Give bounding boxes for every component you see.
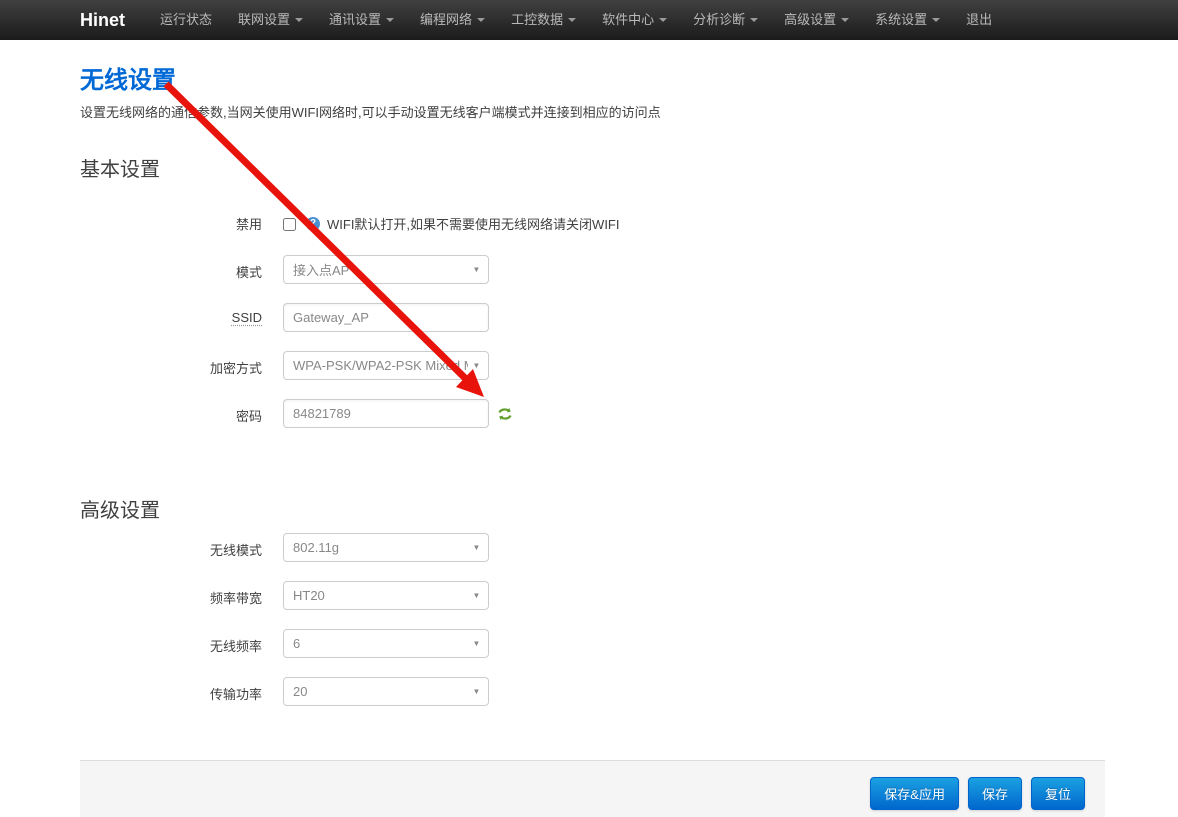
nav-item-comm-settings[interactable]: 通讯设置 — [316, 0, 407, 40]
nav-item-label: 高级设置 — [784, 0, 836, 40]
chevron-down-icon: ▼ — [473, 591, 481, 600]
basic-settings-form: 禁用 ? WIFI默认打开,如果不需要使用无线网络请关闭WIFI 模式 接入点A… — [80, 210, 1105, 428]
field-label-disable: 禁用 — [80, 214, 262, 233]
main-content: 无线设置 设置无线网络的通信参数,当网关使用WIFI网络时,可以手动设置无线客户… — [80, 40, 1105, 817]
brand-logo[interactable]: Hinet — [80, 10, 125, 31]
nav-item-running-status[interactable]: 运行状态 — [147, 0, 225, 40]
password-input[interactable] — [283, 399, 489, 428]
nav-item-label: 联网设置 — [238, 0, 290, 40]
nav-item-label: 退出 — [966, 0, 992, 40]
nav-item-label: 系统设置 — [875, 0, 927, 40]
chevron-down-icon — [568, 18, 576, 22]
reset-button[interactable]: 复位 — [1031, 777, 1085, 810]
nav-item-programming-network[interactable]: 编程网络 — [407, 0, 498, 40]
field-label-mode: 模式 — [80, 255, 262, 281]
nav-item-advanced-settings[interactable]: 高级设置 — [771, 0, 862, 40]
bandwidth-select-value: HT20 — [293, 588, 468, 603]
advanced-settings-form: 无线模式 802.11g ▼ 频率带宽 HT20 ▼ 无线频率 6 — [80, 533, 1105, 706]
nav-item-industrial-data[interactable]: 工控数据 — [498, 0, 589, 40]
nav-item-label: 软件中心 — [602, 0, 654, 40]
top-navbar: Hinet 运行状态 联网设置 通讯设置 编程网络 工控数据 软件中心 分析诊断… — [0, 0, 1178, 40]
chevron-down-icon: ▼ — [473, 639, 481, 648]
field-row-encryption: 加密方式 WPA-PSK/WPA2-PSK Mixed Mode ▼ — [80, 351, 1105, 380]
tx-power-select[interactable]: 20 ▼ — [283, 677, 489, 706]
chevron-down-icon — [386, 18, 394, 22]
refresh-icon[interactable] — [497, 406, 513, 422]
mode-select[interactable]: 接入点AP ▼ — [283, 255, 489, 284]
field-row-bandwidth: 频率带宽 HT20 ▼ — [80, 581, 1105, 610]
chevron-down-icon: ▼ — [473, 265, 481, 274]
save-apply-button[interactable]: 保存&应用 — [870, 777, 959, 810]
section-advanced-title: 高级设置 — [80, 494, 1105, 523]
encryption-select[interactable]: WPA-PSK/WPA2-PSK Mixed Mode ▼ — [283, 351, 489, 380]
field-label-password: 密码 — [80, 399, 262, 425]
wireless-mode-select[interactable]: 802.11g ▼ — [283, 533, 489, 562]
chevron-down-icon — [477, 18, 485, 22]
nav-item-label: 编程网络 — [420, 0, 472, 40]
wireless-mode-select-value: 802.11g — [293, 540, 468, 555]
nav-item-network-settings[interactable]: 联网设置 — [225, 0, 316, 40]
nav-item-label: 运行状态 — [160, 0, 212, 40]
nav-item-analysis-diagnosis[interactable]: 分析诊断 — [680, 0, 771, 40]
field-label-ssid: SSID — [80, 303, 262, 325]
field-row-disable: 禁用 ? WIFI默认打开,如果不需要使用无线网络请关闭WIFI — [80, 210, 1105, 233]
chevron-down-icon — [932, 18, 940, 22]
help-icon[interactable]: ? — [306, 217, 320, 231]
encryption-select-value: WPA-PSK/WPA2-PSK Mixed Mode — [293, 358, 468, 373]
chevron-down-icon — [295, 18, 303, 22]
nav-item-software-center[interactable]: 软件中心 — [589, 0, 680, 40]
field-label-tx-power: 传输功率 — [80, 677, 262, 703]
save-button[interactable]: 保存 — [968, 777, 1022, 810]
nav-menu: 运行状态 联网设置 通讯设置 编程网络 工控数据 软件中心 分析诊断 高级设置 … — [147, 0, 1005, 40]
mode-select-value: 接入点AP — [293, 260, 468, 279]
disable-control: ? WIFI默认打开,如果不需要使用无线网络请关闭WIFI — [283, 214, 619, 233]
page-description: 设置无线网络的通信参数,当网关使用WIFI网络时,可以手动设置无线客户端模式并连… — [80, 102, 1105, 121]
bandwidth-select[interactable]: HT20 ▼ — [283, 581, 489, 610]
field-row-channel: 无线频率 6 ▼ — [80, 629, 1105, 658]
chevron-down-icon — [659, 18, 667, 22]
field-label-channel: 无线频率 — [80, 629, 262, 655]
disable-checkbox[interactable] — [283, 218, 296, 231]
field-label-encryption: 加密方式 — [80, 351, 262, 377]
tx-power-select-value: 20 — [293, 684, 468, 699]
ssid-input[interactable] — [283, 303, 489, 332]
chevron-down-icon — [750, 18, 758, 22]
field-row-tx-power: 传输功率 20 ▼ — [80, 677, 1105, 706]
chevron-down-icon — [841, 18, 849, 22]
section-basic-title: 基本设置 — [80, 153, 1105, 182]
field-label-wireless-mode: 无线模式 — [80, 533, 262, 559]
chevron-down-icon: ▼ — [473, 687, 481, 696]
nav-item-label: 通讯设置 — [329, 0, 381, 40]
channel-select-value: 6 — [293, 636, 468, 651]
field-row-wireless-mode: 无线模式 802.11g ▼ — [80, 533, 1105, 562]
nav-item-label: 工控数据 — [511, 0, 563, 40]
nav-item-label: 分析诊断 — [693, 0, 745, 40]
nav-item-system-settings[interactable]: 系统设置 — [862, 0, 953, 40]
nav-item-logout[interactable]: 退出 — [953, 0, 1005, 40]
field-row-ssid: SSID — [80, 303, 1105, 332]
chevron-down-icon: ▼ — [473, 543, 481, 552]
field-row-mode: 模式 接入点AP ▼ — [80, 255, 1105, 284]
disable-hint: WIFI默认打开,如果不需要使用无线网络请关闭WIFI — [327, 214, 619, 233]
field-row-password: 密码 — [80, 399, 1105, 428]
field-label-bandwidth: 频率带宽 — [80, 581, 262, 607]
chevron-down-icon: ▼ — [473, 361, 481, 370]
action-bar: 保存&应用 保存 复位 — [80, 760, 1105, 817]
page-title: 无线设置 — [80, 40, 1105, 95]
channel-select[interactable]: 6 ▼ — [283, 629, 489, 658]
